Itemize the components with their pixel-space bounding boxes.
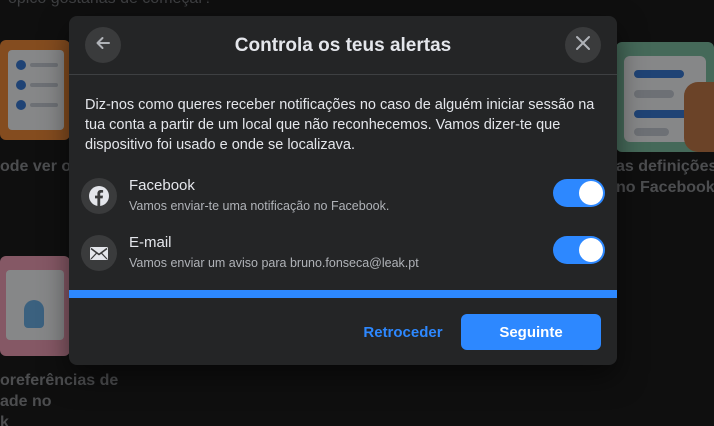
option-email-subtitle: Vamos enviar um aviso para bruno.fonseca…: [129, 256, 419, 270]
step-progress-fill: [69, 290, 617, 298]
toggle-knob: [579, 181, 603, 205]
alerts-dialog: Controla os teus alertas Diz-nos como qu…: [69, 16, 617, 365]
option-facebook-subtitle: Vamos enviar-te uma notificação no Faceb…: [129, 199, 390, 213]
email-icon: [81, 235, 117, 271]
dialog-title: Controla os teus alertas: [234, 34, 452, 56]
facebook-icon: [81, 178, 117, 214]
back-text-button[interactable]: Retroceder: [351, 314, 455, 350]
email-toggle[interactable]: [553, 236, 605, 264]
close-button[interactable]: [565, 27, 601, 63]
dialog-header: Controla os teus alertas: [69, 16, 617, 75]
close-icon: [573, 33, 593, 58]
next-button[interactable]: Seguinte: [461, 314, 601, 350]
dialog-description: Diz-nos como queres receber notificações…: [85, 97, 595, 153]
step-progress-bar: [69, 290, 617, 298]
arrow-left-icon: [93, 33, 113, 58]
option-facebook-title: Facebook: [129, 177, 195, 194]
option-email: E-mail Vamos enviar um aviso para bruno.…: [81, 231, 605, 277]
back-button[interactable]: [85, 27, 121, 63]
option-facebook: Facebook Vamos enviar-te uma notificação…: [81, 174, 605, 220]
option-email-title: E-mail: [129, 234, 172, 251]
facebook-toggle[interactable]: [553, 179, 605, 207]
toggle-knob: [579, 238, 603, 262]
